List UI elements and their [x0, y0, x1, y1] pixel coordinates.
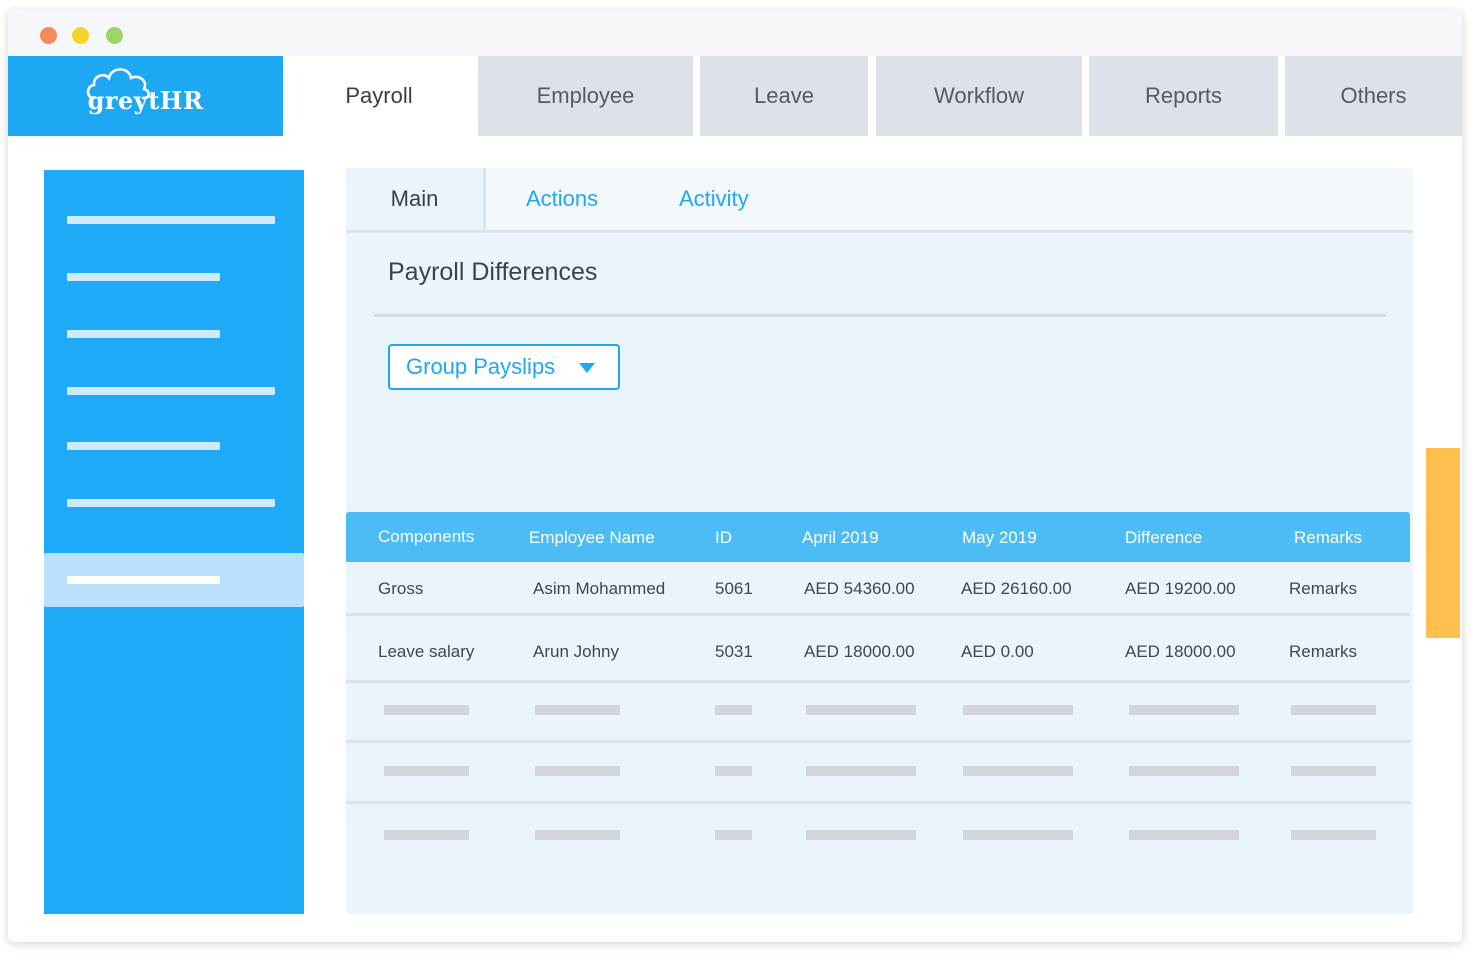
placeholder-cell — [384, 830, 469, 840]
sidebar-item[interactable] — [67, 499, 275, 507]
sidebar-item-active[interactable] — [44, 553, 304, 607]
placeholder-row — [346, 683, 1410, 743]
placeholder-cell — [1291, 830, 1376, 840]
title-divider — [374, 314, 1386, 317]
placeholder-cell — [715, 830, 752, 840]
cell-employee-name: Arun Johny — [533, 642, 619, 661]
placeholder-cell — [1291, 766, 1376, 776]
column-header[interactable]: May 2019 — [962, 528, 1037, 548]
title-bar — [8, 10, 1462, 56]
group-payslips-dropdown[interactable]: Group Payslips — [388, 344, 620, 390]
cell-component: Gross — [378, 579, 424, 598]
cell-difference: AED 19200.00 — [1125, 579, 1236, 598]
payroll-differences-table: Components Employee Name ID April 2019 M… — [346, 512, 1410, 864]
column-header[interactable]: April 2019 — [802, 528, 879, 548]
sidebar-item[interactable] — [67, 330, 220, 338]
placeholder-cell — [1129, 766, 1239, 776]
cell-difference: AED 18000.00 — [1125, 642, 1236, 661]
placeholder-cell — [535, 705, 620, 715]
tab-reports[interactable]: Reports — [1089, 56, 1278, 136]
column-header[interactable]: Remarks — [1294, 528, 1362, 548]
subtab-main[interactable]: Main — [346, 168, 486, 230]
placeholder-cell — [535, 766, 620, 776]
scrollbar-handle[interactable] — [1426, 448, 1460, 638]
subtab-activity[interactable]: Activity — [679, 168, 749, 230]
placeholder-cell — [384, 766, 469, 776]
caret-down-icon — [579, 363, 595, 373]
placeholder-cell — [963, 830, 1073, 840]
app-window: greytHR Payroll Employee Leave Workflow … — [8, 10, 1462, 942]
placeholder-cell — [963, 705, 1073, 715]
cell-employee-name: Asim Mohammed — [533, 579, 666, 598]
page-title: Payroll Differences — [388, 258, 598, 286]
column-header[interactable]: ID — [715, 528, 732, 548]
tab-payroll[interactable]: Payroll — [285, 56, 473, 136]
cell-id: 5031 — [715, 642, 753, 661]
placeholder-cell — [806, 830, 916, 840]
dropdown-label: Group Payslips — [406, 354, 556, 379]
cell-id: 5061 — [715, 579, 753, 598]
table-row[interactable]: Gross Asim Mohammed 5061 AED 54360.00 AE… — [346, 562, 1410, 616]
placeholder-row — [346, 804, 1410, 864]
cell-remarks[interactable]: Remarks — [1289, 642, 1357, 662]
placeholder-cell — [384, 705, 469, 715]
maximize-window-button[interactable] — [106, 27, 123, 44]
subtab-actions[interactable]: Actions — [526, 168, 598, 230]
cell-april: AED 54360.00 — [804, 579, 915, 598]
tab-employee[interactable]: Employee — [478, 56, 693, 136]
placeholder-cell — [715, 705, 752, 715]
cell-april: AED 18000.00 — [804, 642, 915, 661]
tab-workflow[interactable]: Workflow — [876, 56, 1082, 136]
placeholder-cell — [1291, 705, 1376, 715]
minimize-window-button[interactable] — [72, 27, 89, 44]
column-header[interactable]: Difference — [1125, 528, 1202, 548]
column-header[interactable]: Components — [378, 527, 474, 547]
cell-component: Leave salary — [378, 642, 475, 661]
placeholder-cell — [806, 705, 916, 715]
main-panel: Main Actions Activity Payroll Difference… — [346, 168, 1413, 914]
sidebar-item-label — [67, 576, 220, 584]
sidebar-item[interactable] — [67, 216, 275, 224]
column-header[interactable]: Employee Name — [529, 528, 655, 548]
tab-leave[interactable]: Leave — [700, 56, 868, 136]
cell-may: AED 26160.00 — [961, 579, 1072, 598]
cell-remarks[interactable]: Remarks — [1289, 579, 1357, 599]
placeholder-cell — [535, 830, 620, 840]
top-navigation: greytHR Payroll Employee Leave Workflow … — [8, 56, 1462, 136]
placeholder-cell — [1129, 830, 1239, 840]
placeholder-cell — [963, 766, 1073, 776]
logo-text: greytHR — [87, 85, 204, 115]
tab-others[interactable]: Others — [1285, 56, 1462, 136]
sub-tabs: Main Actions Activity — [346, 168, 1413, 233]
sidebar — [44, 170, 304, 914]
sidebar-item[interactable] — [67, 387, 275, 395]
placeholder-cell — [1129, 705, 1239, 715]
sidebar-item[interactable] — [67, 273, 220, 281]
close-window-button[interactable] — [40, 27, 57, 44]
cell-may: AED 0.00 — [961, 642, 1034, 661]
placeholder-cell — [715, 766, 752, 776]
sidebar-item[interactable] — [67, 442, 220, 450]
placeholder-cell — [806, 766, 916, 776]
brand-logo[interactable]: greytHR — [8, 56, 283, 136]
table-header: Components Employee Name ID April 2019 M… — [346, 512, 1410, 562]
table-row[interactable]: Leave salary Arun Johny 5031 AED 18000.0… — [346, 616, 1410, 683]
placeholder-row — [346, 743, 1410, 804]
